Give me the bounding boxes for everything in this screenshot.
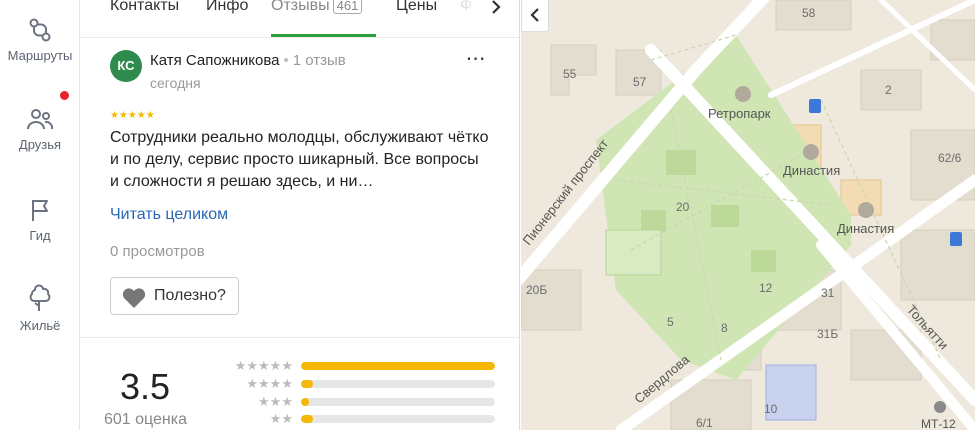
rail-item-label: Маршруты <box>7 48 73 63</box>
rail-item-label: Гид <box>29 228 51 243</box>
tab-info[interactable]: Инфо <box>206 0 248 15</box>
map-label-5: 5 <box>667 315 674 329</box>
rating-histogram-row: ★★★ <box>217 395 507 411</box>
rating-histogram-row: ★★★★ <box>217 377 507 393</box>
collapse-panel-button[interactable] <box>521 0 549 32</box>
left-rail: Маршруты Друзья Гид Жильё <box>0 0 80 430</box>
hist-track <box>301 398 495 406</box>
avatar[interactable]: КС <box>110 50 142 82</box>
hist-track <box>301 380 495 388</box>
hist-stars: ★★★ <box>258 394 293 409</box>
rail-item-routes[interactable]: Маршруты <box>0 16 80 63</box>
map-view[interactable]: 58 55 57 2 62/6 20 20Б 12 31 5 8 31Б 10 … <box>521 0 975 430</box>
map-label-dinastiya: Династия <box>783 163 840 178</box>
rating-histogram-row: ★★★★★ <box>217 359 507 375</box>
more-options-button[interactable]: ⋯ <box>464 49 488 73</box>
friends-icon <box>27 109 54 130</box>
hist-stars: ★★ <box>269 411 293 426</box>
map-label-62-6: 62/6 <box>938 151 962 165</box>
map-label-2: 2 <box>885 83 892 97</box>
reviews-count-badge: 461 <box>332 0 363 14</box>
review-author-line: Катя Сапожникова • 1 отзыв <box>150 52 346 69</box>
tab-reviews[interactable]: Отзывы 461 <box>271 0 363 15</box>
rail-item-label: Друзья <box>18 137 62 152</box>
separator-dot: • <box>283 52 289 69</box>
map-label-mt12: МТ-12 <box>921 417 956 430</box>
rail-item-label: Жильё <box>19 318 61 333</box>
hist-track <box>301 415 495 423</box>
map-label-55: 55 <box>563 67 577 81</box>
review-views: 0 просмотров <box>110 243 205 260</box>
review-text: Сотрудники реально молодцы, обслуживают … <box>110 129 489 190</box>
heart-icon <box>122 288 146 308</box>
tab-bar: Контакты Инфо Отзывы461 Цены Ф <box>80 0 519 38</box>
map-label-58: 58 <box>802 6 816 20</box>
chevron-right-icon <box>492 0 501 14</box>
map-label-6-1: 6/1 <box>696 416 713 430</box>
hist-fill <box>301 362 495 370</box>
tabs-next-button[interactable] <box>484 0 508 20</box>
map-label-12: 12 <box>759 281 773 295</box>
tab-prices[interactable]: Цены <box>396 0 437 15</box>
housing-icon <box>29 284 51 311</box>
hist-stars: ★★★★ <box>246 376 293 391</box>
map-label-31b: 31Б <box>817 327 838 341</box>
hist-fill <box>301 415 313 423</box>
useful-label: Полезно? <box>154 287 226 304</box>
tab-reviews-label: Отзывы <box>271 0 330 14</box>
map-label-31: 31 <box>821 286 835 300</box>
map-label-20b: 20Б <box>526 283 547 297</box>
map-label-20: 20 <box>676 200 690 214</box>
review-date: сегодня <box>150 75 201 91</box>
hist-fill <box>301 398 309 406</box>
more-dots-icon: ⋯ <box>465 48 487 70</box>
app-root: Маршруты Друзья Гид Жильё Контакты Инфо … <box>0 0 975 430</box>
rating-value: 3.5 <box>120 366 171 407</box>
map-label-8: 8 <box>721 321 728 335</box>
author-review-count: 1 отзыв <box>292 52 346 69</box>
useful-button[interactable]: Полезно? <box>110 277 239 315</box>
hist-stars: ★★★★★ <box>234 358 293 373</box>
map-canvas: 58 55 57 2 62/6 20 20Б 12 31 5 8 31Б 10 … <box>521 0 975 430</box>
org-panel: Контакты Инфо Отзывы461 Цены Ф КС Катя С… <box>80 0 520 430</box>
rail-item-friends[interactable]: Друзья <box>0 91 80 152</box>
rating-count: 601 оценка <box>104 411 188 428</box>
rating-histogram-row: ★★ <box>217 412 507 428</box>
map-label-retropark: Ретропарк <box>708 106 771 121</box>
guide-flag-icon <box>32 200 48 221</box>
routes-icon <box>29 18 51 42</box>
review-stars: ★★★★★ <box>110 110 155 121</box>
map-label-57: 57 <box>633 75 647 89</box>
tab-contacts[interactable]: Контакты <box>110 0 179 15</box>
map-label-10: 10 <box>764 402 778 416</box>
hist-track <box>301 362 495 370</box>
rail-item-housing[interactable]: Жильё <box>0 284 80 333</box>
chevron-left-icon <box>530 8 539 22</box>
map-label-dinastiya: Династия <box>837 221 894 236</box>
hist-fill <box>301 380 313 388</box>
active-tab-indicator <box>271 34 376 37</box>
notification-dot <box>60 91 69 100</box>
rail-item-guide[interactable]: Гид <box>0 196 80 243</box>
section-divider <box>80 337 519 338</box>
read-more-link[interactable]: Читать целиком <box>110 206 228 224</box>
review-author-name[interactable]: Катя Сапожникова <box>150 52 279 69</box>
